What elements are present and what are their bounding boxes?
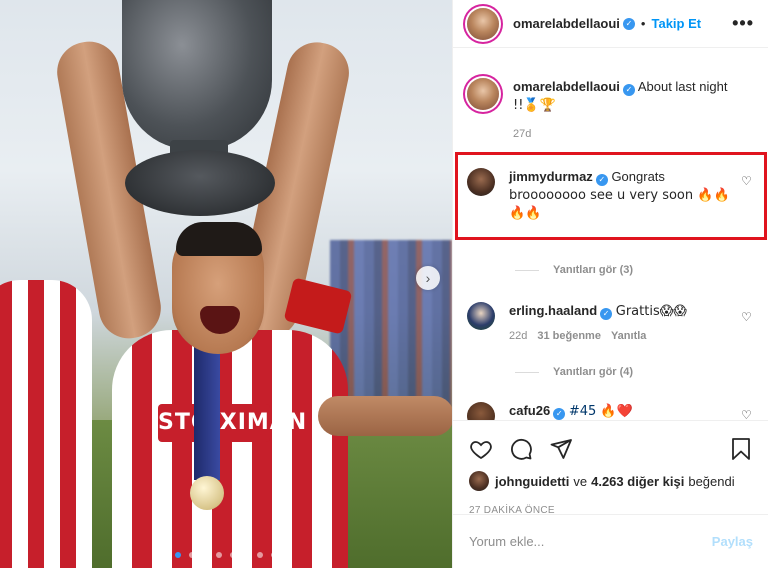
comment-text: #45 🔥❤️	[568, 404, 633, 419]
photo-player-hair	[176, 222, 262, 256]
comment-input[interactable]	[469, 534, 712, 549]
likes-count[interactable]: 4.263 diğer kişi	[591, 474, 684, 489]
author-username[interactable]: omarelabdellaoui	[513, 16, 620, 31]
photo-teammate-arm	[318, 396, 452, 436]
likes-summary: johnguidetti ve 4.263 diğer kişi beğendi	[469, 471, 753, 491]
caption-body: omarelabdellaoui ✓ About last night !!🏅🏆 …	[513, 78, 755, 143]
comments-list: omarelabdellaoui ✓ About last night !!🏅🏆 …	[453, 48, 768, 420]
comment-avatar[interactable]	[467, 302, 495, 330]
likes-suffix: beğendi	[688, 473, 735, 489]
comment-meta: 22d 31 beğenme Yanıtla	[509, 328, 755, 345]
comment-item: erling.haaland ✓ Grattis😱😱 22d 31 beğenme Y…	[453, 302, 768, 345]
caption-age: 27d	[513, 128, 532, 140]
comment-like-icon[interactable]: ♡	[741, 408, 753, 420]
carousel-dot	[243, 552, 250, 558]
next-image-button[interactable]: ›	[416, 266, 440, 290]
post-comment-button[interactable]: Paylaş	[712, 534, 753, 549]
follow-button[interactable]: Takip Et	[651, 16, 701, 31]
comment-likes[interactable]: 31 beğenme	[537, 330, 601, 342]
post-photo: STOIXIMAN ›	[0, 0, 452, 568]
caption-avatar[interactable]	[467, 78, 499, 110]
carousel-dot	[229, 552, 236, 558]
view-replies-button[interactable]: Yanıtları gör (4)	[515, 366, 633, 378]
comment-bubble-icon[interactable]	[509, 437, 533, 461]
more-options-icon[interactable]: •••	[732, 13, 754, 34]
photo-medal-ribbon	[194, 340, 220, 480]
comment-text: Grattis😱😱	[615, 304, 687, 319]
photo-trophy	[122, 0, 272, 150]
like-heart-icon[interactable]	[469, 437, 493, 461]
action-bar	[469, 429, 753, 469]
photo-crowd	[330, 240, 452, 410]
caption-text: About last night	[637, 79, 728, 94]
photo-medal	[190, 476, 224, 510]
photo-trophy-base	[125, 150, 275, 216]
likes-connector: ve	[573, 473, 588, 489]
carousel-dot	[257, 552, 264, 558]
photo-teammate-left	[0, 280, 92, 568]
carousel-dot	[270, 552, 277, 558]
liker-avatar[interactable]	[469, 471, 489, 491]
comment-item: cafu26 ✓ #45 🔥❤️	[453, 402, 768, 420]
verified-badge-icon: ✓	[553, 408, 566, 420]
post-actions: johnguidetti ve 4.263 diğer kişi beğendi…	[453, 420, 768, 516]
carousel-dot	[188, 552, 195, 558]
photo-jersey	[112, 330, 348, 568]
comment-age: 22d	[509, 330, 528, 342]
comment-body: cafu26 ✓ #45 🔥❤️	[509, 402, 755, 420]
caption-text-line2: !!🏅🏆	[513, 98, 556, 113]
caption-username[interactable]: omarelabdellaoui	[513, 79, 620, 94]
liker-username[interactable]: johnguidetti	[495, 474, 569, 489]
verified-badge-icon: ✓	[622, 84, 635, 96]
verified-badge-icon: ✓	[600, 308, 613, 320]
header-separator: •	[640, 16, 646, 31]
carousel-dot	[175, 552, 182, 558]
comment-avatar[interactable]	[467, 402, 495, 420]
highlight-box	[455, 152, 767, 240]
caption: omarelabdellaoui ✓ About last night !!🏅🏆 …	[453, 78, 768, 143]
carousel-dot	[216, 552, 223, 558]
add-comment-bar: Paylaş	[453, 514, 768, 568]
verified-badge-icon: ✓	[622, 17, 635, 30]
comment-username[interactable]: cafu26	[509, 403, 550, 418]
comment-body: erling.haaland ✓ Grattis😱😱 22d 31 beğenme Y…	[509, 302, 755, 345]
comment-username[interactable]: erling.haaland	[509, 303, 597, 318]
carousel-dot	[202, 552, 209, 558]
post-side-panel: omarelabdellaoui ✓ • Takip Et ••• omarel…	[452, 0, 768, 568]
author-avatar[interactable]	[467, 7, 499, 40]
view-replies-button[interactable]: Yanıtları gör (3)	[515, 264, 633, 276]
share-send-icon[interactable]	[549, 437, 573, 461]
comment-reply-button[interactable]: Yanıtla	[611, 330, 646, 342]
save-bookmark-icon[interactable]	[729, 437, 753, 461]
carousel-dots	[0, 546, 452, 561]
comment-like-icon[interactable]: ♡	[741, 310, 753, 324]
post-header: omarelabdellaoui ✓ • Takip Et •••	[453, 0, 768, 48]
